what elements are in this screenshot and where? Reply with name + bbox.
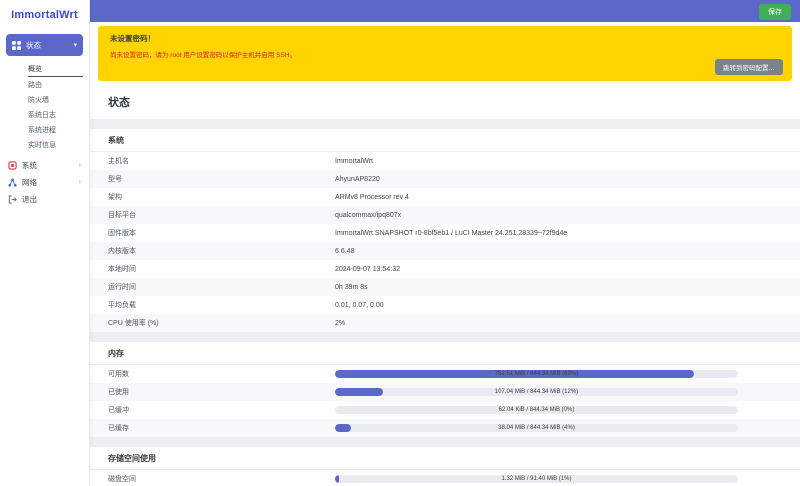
sidebar-logout-label: 退出 xyxy=(22,194,81,205)
progress-bar-value: 107.04 MiB / 844.34 MiB (12%) xyxy=(335,388,738,396)
row-value: qualcommax/ipq807x xyxy=(335,212,800,219)
row-label: 运行时间 xyxy=(108,282,335,292)
immortalwrt-logo: ImmortalWrt xyxy=(0,0,89,30)
network-share-icon xyxy=(8,178,17,187)
sidebar-item-system-log[interactable]: 系统日志 xyxy=(28,108,89,123)
progress-bar: 1.32 MiB / 91.40 MiB (1%) xyxy=(335,475,738,483)
progress-bar: 752.51 MiB / 844.34 MiB (89%) xyxy=(335,370,738,378)
row-label: 已缓冲 xyxy=(108,405,335,415)
table-row: 内核版本 6.6.48 xyxy=(90,242,800,260)
logout-icon xyxy=(8,195,17,204)
sidebar-item-realtime-info[interactable]: 实时信息 xyxy=(28,138,89,153)
page-title-block: 状态 xyxy=(90,81,800,119)
sidebar-group-status[interactable]: 状态 ▾ xyxy=(6,34,83,56)
go-to-password-config-button[interactable]: 跳转到密码配置… xyxy=(715,59,783,75)
row-value: ImmortalWrt SNAPSHOT r0-8bf5eb1 / LuCI M… xyxy=(335,230,800,237)
banner-title: 未设置密码！ xyxy=(110,33,780,44)
row-value: ARMv8 Processor rev 4 xyxy=(335,194,800,201)
table-row: 固件版本 ImmortalWrt SNAPSHOT r0-8bf5eb1 / L… xyxy=(90,224,800,242)
sidebar-group-network[interactable]: 网络 › xyxy=(0,174,89,191)
sidebar-item-routes[interactable]: 路由 xyxy=(28,78,89,93)
sidebar-group-system[interactable]: 系统 › xyxy=(0,157,89,174)
row-value: 2024-09-07 13:54:32 xyxy=(335,266,800,273)
row-label: 架构 xyxy=(108,192,335,202)
storage-section: 存储空间使用 磁盘空间 1.32 MiB / 91.40 MiB (1%) 临时… xyxy=(90,447,800,486)
storage-table: 磁盘空间 1.32 MiB / 91.40 MiB (1%) 临时空间 1.32… xyxy=(90,470,800,486)
system-section: 系统 主机名 ImmortalWrt 型号 AhyunAP8220 架构 ARM… xyxy=(90,129,800,332)
row-label: 平均负载 xyxy=(108,300,335,310)
row-label: 已缓存 xyxy=(108,423,335,433)
sidebar: ImmortalWrt 状态 ▾ 概览 路由 防火墙 系统日志 系统进程 实时信… xyxy=(0,0,90,486)
row-value: 2% xyxy=(335,320,800,327)
section-divider xyxy=(90,332,800,342)
table-row: 架构 ARMv8 Processor rev 4 xyxy=(90,188,800,206)
row-value: 0.01, 0.07, 0.00 xyxy=(335,302,800,309)
system-table: 主机名 ImmortalWrt 型号 AhyunAP8220 架构 ARMv8 … xyxy=(90,152,800,332)
section-divider xyxy=(90,119,800,129)
row-label: 可用数 xyxy=(108,369,335,379)
table-row: CPU 使用率 (%) 2% xyxy=(90,314,800,332)
row-value: AhyunAP8220 xyxy=(335,176,800,183)
sidebar-group-system-label: 系统 xyxy=(22,160,79,171)
system-section-title: 系统 xyxy=(90,129,800,152)
table-row: 运行时间 0h 39m 8s xyxy=(90,278,800,296)
top-header-bar: 保存 xyxy=(90,0,800,22)
progress-bar-value: 62.04 KiB / 844.34 MiB (0%) xyxy=(335,406,738,414)
progress-bar: 62.04 KiB / 844.34 MiB (0%) xyxy=(335,406,738,414)
row-label: CPU 使用率 (%) xyxy=(108,318,335,328)
page-title: 状态 xyxy=(108,94,782,110)
sidebar-group-status-label: 状态 xyxy=(26,40,73,51)
password-warning-banner: 未设置密码！ 尚未设置密码，请为 root 用户设置密码以保护主机并启用 SSH… xyxy=(98,26,792,81)
table-row: 型号 AhyunAP8220 xyxy=(90,170,800,188)
row-label: 型号 xyxy=(108,174,335,184)
row-label: 已使用 xyxy=(108,387,335,397)
progress-bar: 107.04 MiB / 844.34 MiB (12%) xyxy=(335,388,738,396)
chevron-right-icon: › xyxy=(79,179,81,186)
status-dashboard-icon xyxy=(12,41,21,50)
row-label: 磁盘空间 xyxy=(108,474,335,484)
table-row: 本地时间 2024-09-07 13:54:32 xyxy=(90,260,800,278)
table-row: 已缓存 38.04 MiB / 844.34 MiB (4%) xyxy=(90,419,800,437)
progress-bar-value: 38.04 MiB / 844.34 MiB (4%) xyxy=(335,424,738,432)
memory-table: 可用数 752.51 MiB / 844.34 MiB (89%) 已使用 10… xyxy=(90,365,800,437)
main-content: 未设置密码！ 尚未设置密码，请为 root 用户设置密码以保护主机并启用 SSH… xyxy=(90,22,800,486)
table-row: 已缓冲 62.04 KiB / 844.34 MiB (0%) xyxy=(90,401,800,419)
progress-bar: 38.04 MiB / 844.34 MiB (4%) xyxy=(335,424,738,432)
section-divider xyxy=(90,437,800,447)
row-label: 目标平台 xyxy=(108,210,335,220)
table-row: 磁盘空间 1.32 MiB / 91.40 MiB (1%) xyxy=(90,470,800,486)
progress-bar-value: 1.32 MiB / 91.40 MiB (1%) xyxy=(335,475,738,483)
row-value: 0h 39m 8s xyxy=(335,284,800,291)
sidebar-item-processes[interactable]: 系统进程 xyxy=(28,123,89,138)
sidebar-item-firewall[interactable]: 防火墙 xyxy=(28,93,89,108)
chevron-down-icon: ▾ xyxy=(73,41,77,49)
row-label: 本地时间 xyxy=(108,264,335,274)
table-row: 可用数 752.51 MiB / 844.34 MiB (89%) xyxy=(90,365,800,383)
row-label: 主机名 xyxy=(108,156,335,166)
sidebar-group-network-label: 网络 xyxy=(22,177,79,188)
table-row: 目标平台 qualcommax/ipq807x xyxy=(90,206,800,224)
table-row: 平均负载 0.01, 0.07, 0.00 xyxy=(90,296,800,314)
table-row: 主机名 ImmortalWrt xyxy=(90,152,800,170)
memory-section-title: 内存 xyxy=(90,342,800,365)
system-chip-icon xyxy=(8,161,17,170)
banner-area: 未设置密码！ 尚未设置密码，请为 root 用户设置密码以保护主机并启用 SSH… xyxy=(90,22,800,81)
status-submenu: 概览 路由 防火墙 系统日志 系统进程 实时信息 xyxy=(0,60,89,157)
chevron-right-icon: › xyxy=(79,162,81,169)
row-value: 6.6.48 xyxy=(335,248,800,255)
row-label: 内核版本 xyxy=(108,246,335,256)
storage-section-title: 存储空间使用 xyxy=(90,447,800,470)
save-button[interactable]: 保存 xyxy=(759,4,791,20)
immortalwrt-status-page: 保存 ImmortalWrt 状态 ▾ 概览 路由 防火墙 系统日志 系统进程 … xyxy=(0,0,800,486)
sidebar-logout[interactable]: 退出 xyxy=(0,191,89,208)
table-row: 已使用 107.04 MiB / 844.34 MiB (12%) xyxy=(90,383,800,401)
row-label: 固件版本 xyxy=(108,228,335,238)
banner-message: 尚未设置密码，请为 root 用户设置密码以保护主机并启用 SSH。 xyxy=(110,49,780,59)
row-value: ImmortalWrt xyxy=(335,158,800,165)
progress-bar-value: 752.51 MiB / 844.34 MiB (89%) xyxy=(335,370,738,378)
sidebar-item-overview[interactable]: 概览 xyxy=(28,63,83,77)
memory-section: 内存 可用数 752.51 MiB / 844.34 MiB (89%) 已使用… xyxy=(90,342,800,437)
